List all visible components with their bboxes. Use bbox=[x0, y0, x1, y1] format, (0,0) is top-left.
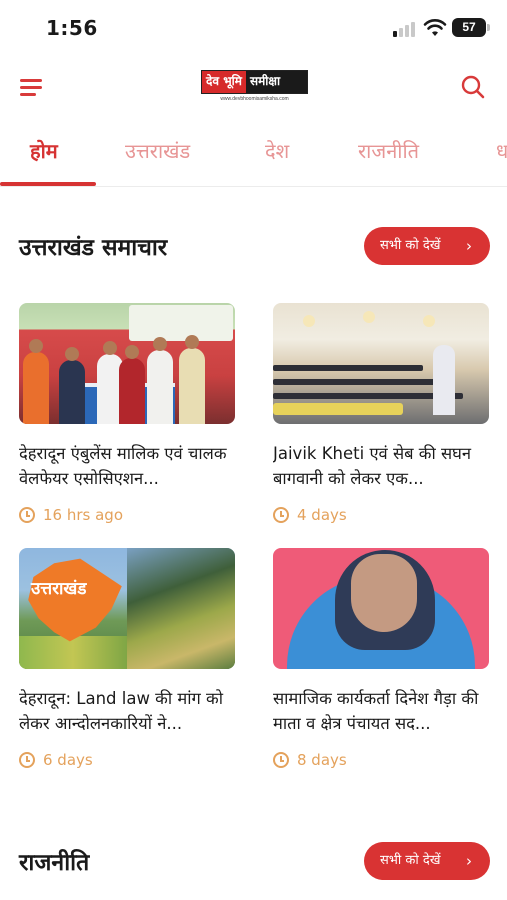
section-title-rajneeti: राजनीति bbox=[19, 850, 90, 876]
clock-icon bbox=[19, 752, 35, 768]
article-meta: 8 days bbox=[273, 751, 489, 769]
logo-wordmark: देव भूमि समीक्षा bbox=[201, 70, 308, 94]
article-thumbnail bbox=[273, 548, 489, 669]
site-logo[interactable]: देव भूमि समीक्षा www.devbhoomisamiksha.c… bbox=[201, 70, 308, 106]
article-thumbnail bbox=[273, 303, 489, 424]
battery-cap bbox=[487, 24, 490, 31]
article-meta: 16 hrs ago bbox=[19, 506, 235, 524]
clock-icon bbox=[273, 752, 289, 768]
chevron-right-icon: › bbox=[466, 237, 472, 255]
article-card[interactable]: देहरादून एंबुलेंस मालिक एवं चालक वेलफेयर… bbox=[19, 303, 235, 524]
see-all-button-uttarakhand[interactable]: सभी को देखें › bbox=[364, 227, 490, 265]
battery-icon: 57 bbox=[452, 18, 486, 37]
see-all-label: सभी को देखें bbox=[380, 853, 441, 868]
article-time: 16 hrs ago bbox=[43, 506, 124, 524]
article-title: देहरादून एंबुलेंस मालिक एवं चालक वेलफेयर… bbox=[19, 444, 227, 488]
article-meta: 6 days bbox=[19, 751, 235, 769]
article-time: 8 days bbox=[297, 751, 347, 769]
status-bar: 1:56 57 bbox=[0, 0, 507, 56]
tab-desh[interactable]: देश bbox=[265, 137, 289, 164]
tab-more[interactable]: ध bbox=[496, 137, 507, 164]
status-time: 1:56 bbox=[46, 16, 98, 40]
article-time: 4 days bbox=[297, 506, 347, 524]
tab-uttarakhand[interactable]: उत्तराखंड bbox=[125, 137, 190, 164]
hamburger-menu-icon[interactable] bbox=[18, 74, 46, 100]
logo-text-red: देव भूमि bbox=[202, 71, 246, 93]
article-meta: 4 days bbox=[273, 506, 489, 524]
article-title: देहरादून: Land law की मांग को लेकर आन्दो… bbox=[19, 689, 223, 733]
cellular-signal-icon bbox=[393, 21, 419, 37]
article-thumbnail bbox=[19, 303, 235, 424]
logo-url: www.devbhoomisamiksha.com bbox=[220, 96, 289, 102]
active-tab-indicator bbox=[0, 182, 96, 186]
article-card[interactable]: उत्तराखंड देहरादून: Land law की मांग को … bbox=[19, 548, 235, 769]
chevron-right-icon: › bbox=[466, 852, 472, 870]
tab-home[interactable]: होम bbox=[30, 137, 58, 164]
section-title-uttarakhand: उत्तराखंड समाचार bbox=[19, 235, 168, 261]
article-card[interactable]: Jaivik Kheti एवं सेब की सघन बागवानी को ल… bbox=[273, 303, 489, 524]
clock-icon bbox=[273, 507, 289, 523]
wifi-icon bbox=[423, 19, 447, 36]
article-thumbnail: उत्तराखंड bbox=[19, 548, 235, 669]
article-time: 6 days bbox=[43, 751, 93, 769]
app-header: देव भूमि समीक्षा www.devbhoomisamiksha.c… bbox=[0, 60, 507, 114]
clock-icon bbox=[19, 507, 35, 523]
tab-rajneeti[interactable]: राजनीति bbox=[358, 137, 419, 164]
see-all-label: सभी को देखें bbox=[380, 238, 441, 253]
article-title: सामाजिक कार्यकर्ता दिनेश गैड़ा की माता व… bbox=[273, 689, 479, 733]
search-icon[interactable] bbox=[460, 74, 486, 100]
article-card[interactable]: सामाजिक कार्यकर्ता दिनेश गैड़ा की माता व… bbox=[273, 548, 489, 769]
logo-text-black: समीक्षा bbox=[245, 71, 307, 93]
see-all-button-rajneeti[interactable]: सभी को देखें › bbox=[364, 842, 490, 880]
thumbnail-caption: उत्तराखंड bbox=[31, 579, 87, 599]
article-title: Jaivik Kheti एवं सेब की सघन बागवानी को ल… bbox=[273, 444, 472, 488]
category-tabs: होम उत्तराखंड देश राजनीति ध bbox=[0, 125, 507, 187]
